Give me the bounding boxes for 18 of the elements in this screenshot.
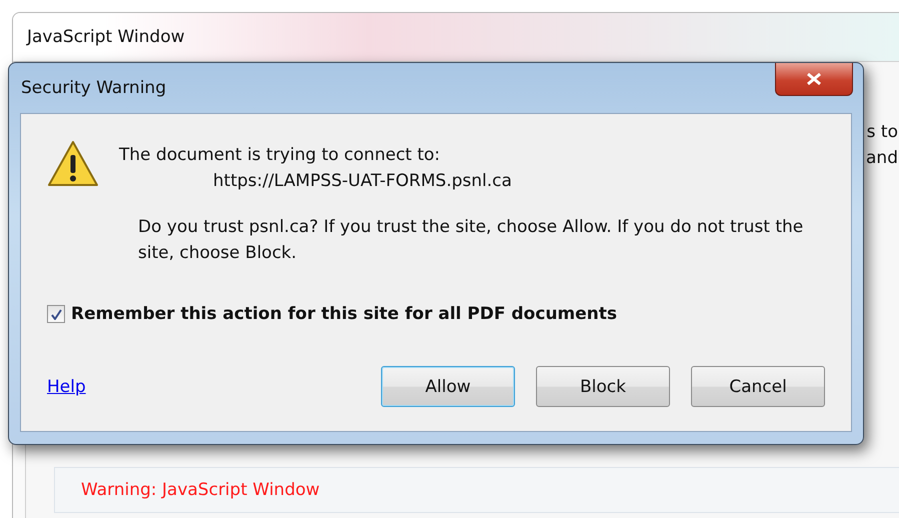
message-text: The document is trying to connect to:: [119, 144, 442, 167]
help-link[interactable]: Help: [47, 376, 86, 396]
remember-checkbox[interactable]: [47, 305, 65, 323]
body-text: s to: [866, 122, 898, 142]
question-text: Do you trust psnl.ca? If you trust the site, choose Allow. If you do not trust the site, choose Block.: [138, 216, 804, 265]
close-button[interactable]: [775, 63, 853, 96]
checkmark-icon: [50, 308, 62, 320]
window-title: JavaScript Window: [27, 27, 185, 47]
close-icon: [807, 73, 821, 85]
body-text: and: [866, 148, 898, 168]
dialog-title: Security Warning: [21, 78, 166, 98]
dialog-button[interactable]: Cancel: [691, 366, 825, 407]
checkbox-label: Remember this action for this site for all PDF documents: [71, 304, 618, 324]
dialog-button[interactable]: Allow: [381, 366, 515, 407]
warning-icon: [47, 140, 99, 188]
url-text: https://LAMPSS-UAT-FORMS.psnl.ca: [212, 170, 512, 193]
dialog-button[interactable]: Block: [536, 366, 670, 407]
warning-text: Warning: JavaScript Window: [81, 480, 320, 500]
